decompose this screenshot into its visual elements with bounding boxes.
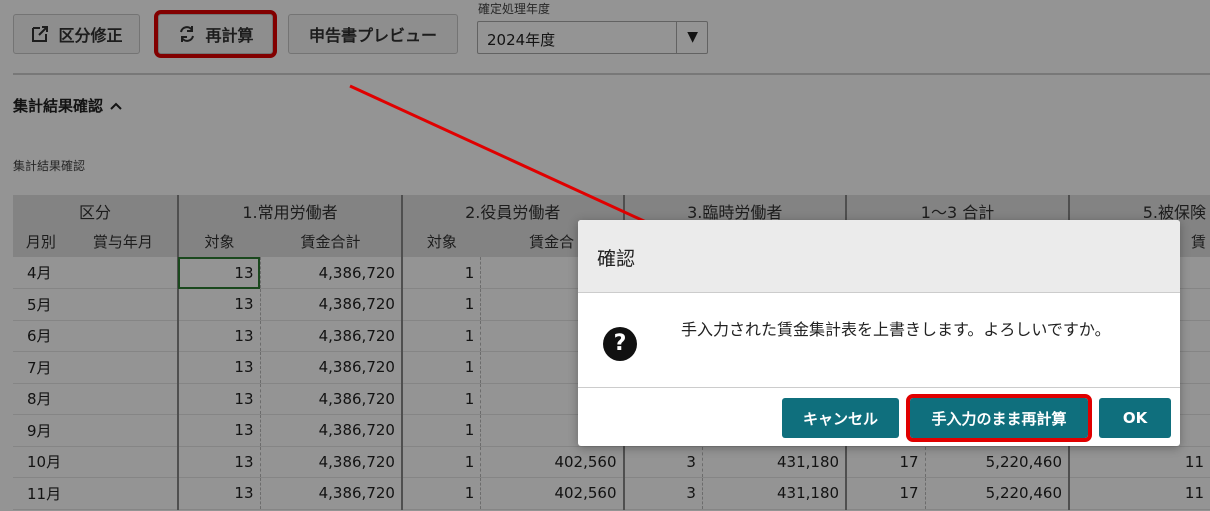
dialog-header: 確認 [578,220,1180,293]
cancel-button[interactable]: キャンセル [782,398,899,438]
recalc-keep-manual-label: 手入力のまま再計算 [931,409,1067,428]
ok-button[interactable]: OK [1099,398,1171,438]
cancel-label: キャンセル [802,409,878,428]
confirm-dialog: 確認 ? 手入力された賃金集計表を上書きします。よろしいですか。 キャンセル 手… [578,220,1180,446]
question-icon: ? [603,327,637,361]
dialog-title: 確認 [597,248,636,270]
dialog-footer-divider [578,387,1180,388]
dialog-message: 手入力された賃金集計表を上書きします。よろしいですか。 [681,320,1111,339]
ok-label: OK [1122,409,1148,427]
recalc-keep-manual-button[interactable]: 手入力のまま再計算 [906,394,1092,442]
